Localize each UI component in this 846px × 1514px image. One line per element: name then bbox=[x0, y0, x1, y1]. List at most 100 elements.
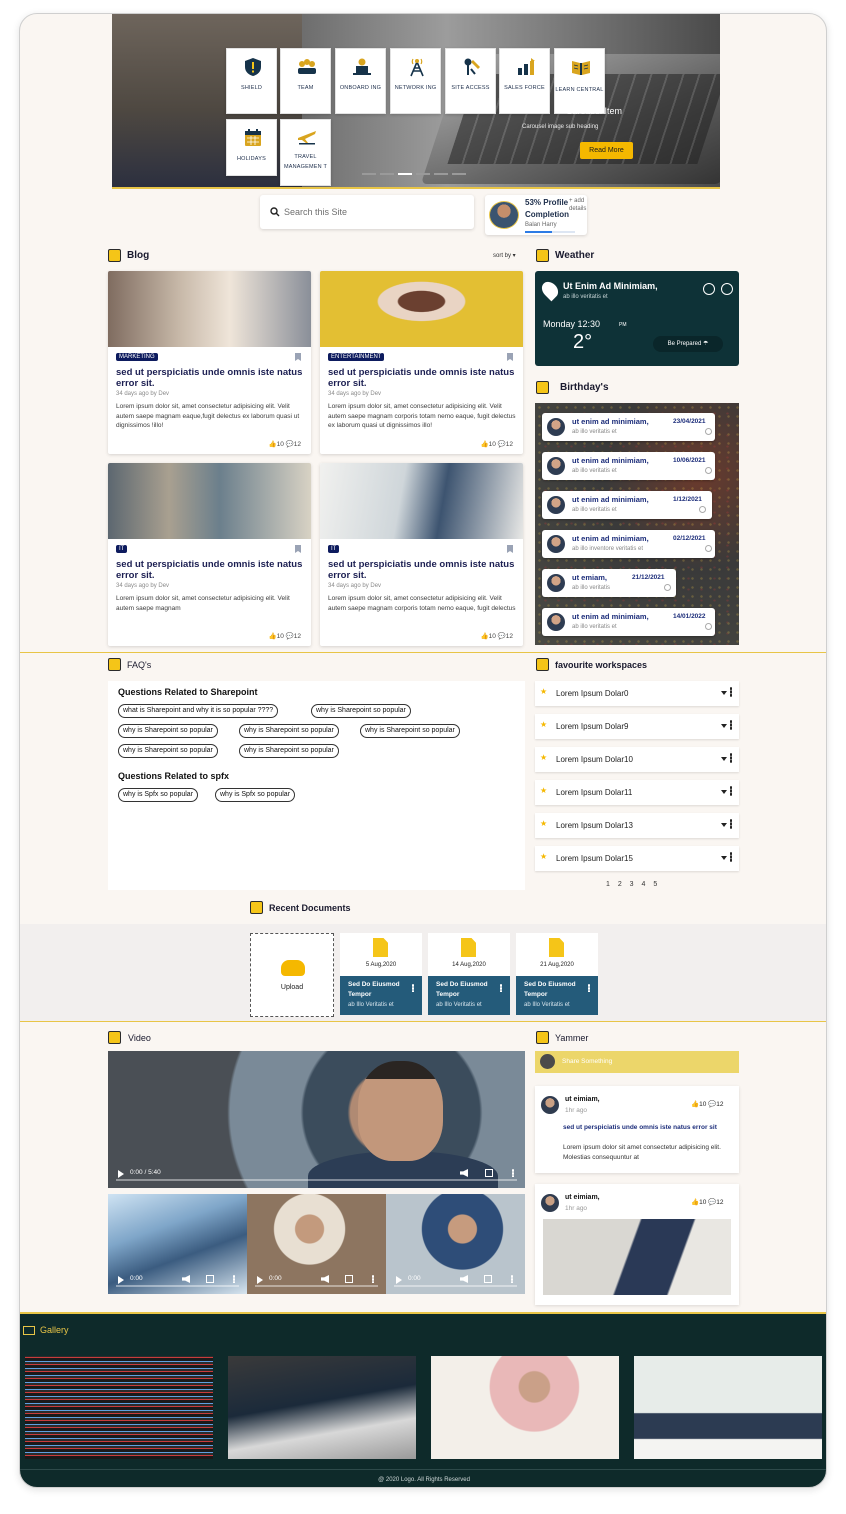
bookmark-icon[interactable] bbox=[507, 353, 513, 361]
star-icon[interactable]: ★ bbox=[540, 819, 547, 828]
more-icon[interactable] bbox=[412, 984, 414, 992]
video-progress-track[interactable] bbox=[394, 1285, 517, 1287]
sort-by-dropdown[interactable]: sort by ▾ bbox=[493, 252, 516, 259]
more-icon[interactable] bbox=[730, 786, 732, 796]
more-icon[interactable] bbox=[500, 984, 502, 992]
like-icon[interactable]: 👍 bbox=[269, 633, 277, 640]
gallery-image[interactable] bbox=[228, 1356, 416, 1459]
more-icon[interactable] bbox=[730, 687, 732, 697]
faq-chip[interactable]: why is Spfx so popular bbox=[215, 788, 296, 802]
faq-chip[interactable]: what is Sharepoint and why it is so popu… bbox=[118, 704, 279, 718]
faq-chip[interactable]: why is Sharepoint so popular bbox=[118, 744, 218, 758]
like-icon[interactable]: 👍 bbox=[691, 1101, 699, 1108]
like-icon[interactable]: 👍 bbox=[269, 441, 277, 448]
birthday-item[interactable]: ut enim ad minimiam, ab illo inventore v… bbox=[542, 530, 715, 558]
faq-chip[interactable]: why is Sharepoint so popular bbox=[239, 744, 339, 758]
fullscreen-icon[interactable] bbox=[345, 1275, 353, 1283]
workspace-item[interactable]: ★ Lorem Ipsum Dolar13 bbox=[535, 813, 739, 838]
be-prepared-button[interactable]: Be Prepared ☂ bbox=[653, 336, 723, 352]
chevron-down-icon[interactable] bbox=[721, 790, 727, 794]
chevron-down-icon[interactable] bbox=[721, 856, 727, 860]
blog-card-title[interactable]: sed ut perspiciatis unde omnis iste natu… bbox=[116, 367, 306, 389]
yammer-post[interactable]: ut eimiam, 1hr ago 👍10 💬12 bbox=[535, 1184, 739, 1305]
carousel-dot[interactable] bbox=[380, 173, 394, 175]
tile-onboarding[interactable]: ONBOARD ING bbox=[335, 48, 386, 114]
fullscreen-icon[interactable] bbox=[485, 1169, 493, 1177]
gallery-image[interactable] bbox=[25, 1356, 213, 1459]
faq-chip[interactable]: why is Sharepoint so popular bbox=[311, 704, 411, 718]
star-icon[interactable]: ★ bbox=[540, 687, 547, 696]
video-thumbnail[interactable]: 0:00 bbox=[386, 1194, 525, 1294]
gallery-image[interactable] bbox=[431, 1356, 619, 1459]
faq-chip[interactable]: why is Spfx so popular bbox=[118, 788, 199, 802]
tile-sales-force[interactable]: SALES FORCE bbox=[499, 48, 550, 114]
more-icon[interactable] bbox=[730, 852, 732, 862]
heart-icon[interactable] bbox=[705, 467, 712, 474]
video-thumbnail[interactable]: 0:00 bbox=[247, 1194, 386, 1294]
calendar-icon[interactable] bbox=[721, 283, 733, 295]
tile-holidays[interactable]: HOLIDAYS bbox=[226, 119, 277, 176]
play-icon[interactable] bbox=[396, 1276, 402, 1284]
blog-card-title[interactable]: sed ut perspiciatis unde omnis iste natu… bbox=[116, 559, 306, 581]
comment-icon[interactable]: 💬 bbox=[286, 633, 294, 640]
like-icon[interactable]: 👍 bbox=[691, 1199, 699, 1206]
workspaces-pagination[interactable]: 1 2 3 4 5 bbox=[606, 881, 657, 888]
tile-site-access[interactable]: SITE ACCESS bbox=[445, 48, 496, 114]
video-thumbnail[interactable]: 0:00 bbox=[108, 1194, 247, 1294]
carousel-indicators[interactable] bbox=[362, 173, 472, 176]
video-controls[interactable]: 0:00 / 5:40 bbox=[108, 1162, 525, 1188]
bookmark-icon[interactable] bbox=[507, 545, 513, 553]
birthday-item[interactable]: ut enim ad minimiam, ab illo veritatis e… bbox=[542, 608, 715, 636]
blog-card[interactable]: MARKETING sed ut perspiciatis unde omnis… bbox=[108, 271, 311, 454]
gallery-image[interactable] bbox=[634, 1356, 822, 1459]
chevron-down-icon[interactable] bbox=[721, 691, 727, 695]
read-more-button[interactable]: Read More bbox=[580, 142, 633, 159]
heart-icon[interactable] bbox=[705, 623, 712, 630]
more-icon[interactable] bbox=[588, 984, 590, 992]
more-icon[interactable] bbox=[372, 1275, 374, 1283]
more-icon[interactable] bbox=[511, 1275, 513, 1283]
play-icon[interactable] bbox=[118, 1170, 124, 1178]
blog-card-title[interactable]: sed ut perspiciatis unde omnis iste natu… bbox=[328, 367, 518, 389]
video-progress-track[interactable] bbox=[255, 1285, 378, 1287]
comment-icon[interactable]: 💬 bbox=[498, 441, 506, 448]
blog-card[interactable]: IT sed ut perspiciatis unde omnis iste n… bbox=[320, 463, 523, 646]
video-progress-track[interactable] bbox=[116, 1179, 517, 1181]
video-controls[interactable]: 0:00 bbox=[108, 1268, 247, 1294]
blog-card[interactable]: ENTERTAINMENT sed ut perspiciatis unde o… bbox=[320, 271, 523, 454]
tile-shield[interactable]: SHIELD bbox=[226, 48, 277, 114]
blog-card-title[interactable]: sed ut perspiciatis unde omnis iste natu… bbox=[328, 559, 518, 581]
faq-chip[interactable]: why is Sharepoint so popular bbox=[239, 724, 339, 738]
volume-icon[interactable] bbox=[321, 1275, 329, 1283]
birthday-item[interactable]: ut enim ad minimiam, ab illo veritatis e… bbox=[542, 452, 715, 480]
heart-icon[interactable] bbox=[705, 428, 712, 435]
tile-networking[interactable]: NETWORK ING bbox=[390, 48, 441, 114]
chevron-down-icon[interactable] bbox=[721, 757, 727, 761]
more-icon[interactable] bbox=[730, 753, 732, 763]
document-card[interactable]: 5 Aug,2020 Sed Do Eiusmod Tempor ab Illo … bbox=[340, 933, 422, 1015]
video-progress-track[interactable] bbox=[116, 1285, 239, 1287]
like-icon[interactable]: 👍 bbox=[481, 633, 489, 640]
carousel-dot[interactable] bbox=[452, 173, 466, 175]
carousel-dot[interactable] bbox=[434, 173, 448, 175]
main-video-player[interactable]: 0:00 / 5:40 bbox=[108, 1051, 525, 1188]
star-icon[interactable]: ★ bbox=[540, 852, 547, 861]
search-input[interactable]: Search this Site bbox=[284, 207, 347, 217]
hero-carousel[interactable]: SHIELD TEAM ONBOARD ING NETWORK ING SITE… bbox=[112, 14, 720, 189]
carousel-dot[interactable] bbox=[362, 173, 376, 175]
profile-completion-card[interactable]: 53% Profile Completion + add details Bal… bbox=[485, 195, 587, 235]
document-card[interactable]: 21 Aug,2020 Sed Do Eiusmod Tempor ab Illo… bbox=[516, 933, 598, 1015]
yammer-post[interactable]: ut eimiam, 1hr ago 👍10 💬12 sed ut perspi… bbox=[535, 1086, 739, 1173]
bookmark-icon[interactable] bbox=[295, 353, 301, 361]
birthday-item[interactable]: ut enim ad minimiam, ab illo veritatis e… bbox=[542, 491, 712, 519]
volume-icon[interactable] bbox=[460, 1169, 468, 1177]
tile-team[interactable]: TEAM bbox=[280, 48, 331, 114]
post-image[interactable] bbox=[543, 1219, 731, 1295]
faq-chip[interactable]: why is Sharepoint so popular bbox=[360, 724, 460, 738]
volume-icon[interactable] bbox=[182, 1275, 190, 1283]
chevron-down-icon[interactable] bbox=[721, 724, 727, 728]
share-icon[interactable] bbox=[703, 283, 715, 295]
workspace-item[interactable]: ★ Lorem Ipsum Dolar11 bbox=[535, 780, 739, 805]
tile-learn-central[interactable]: LEARN CENTRAL bbox=[554, 48, 605, 114]
share-something-input[interactable]: Share Something bbox=[535, 1051, 739, 1073]
